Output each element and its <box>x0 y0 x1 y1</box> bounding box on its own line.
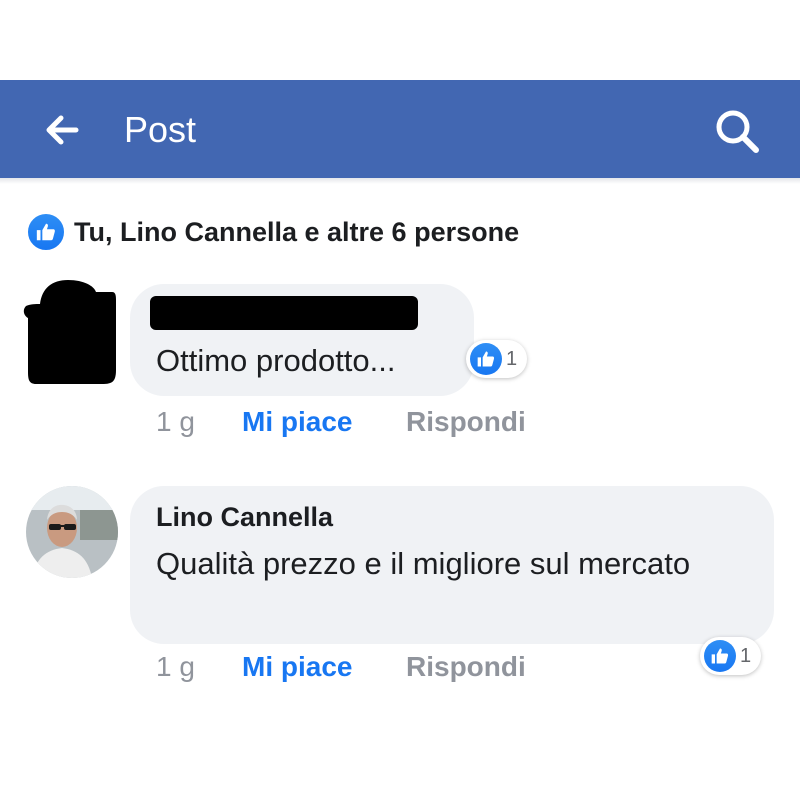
header-divider <box>0 178 800 184</box>
back-button[interactable] <box>36 104 88 156</box>
comment-author[interactable]: Lino Cannella <box>156 502 333 533</box>
reaction-count: 1 <box>506 347 518 370</box>
reaction-count: 1 <box>740 644 752 667</box>
comment-timestamp: 1 g <box>156 651 195 682</box>
search-icon <box>716 110 759 153</box>
comment-text: Qualità prezzo e il migliore sul mercato <box>156 546 691 581</box>
page-title: Post <box>124 109 197 150</box>
avatar[interactable] <box>26 486 118 578</box>
comment-timestamp: 1 g <box>156 406 195 437</box>
comment-reaction-count[interactable]: 1 <box>700 637 762 675</box>
comment-actions: 1 g Mi piace Rispondi <box>156 647 526 687</box>
reply-button[interactable]: Rispondi <box>406 406 526 438</box>
comment-bubble[interactable]: Ottimo prodotto... <box>130 284 474 396</box>
comment-text: Ottimo prodotto... <box>156 343 396 378</box>
reactions-summary-text: Tu, Lino Cannella e altre 6 persone <box>74 216 520 247</box>
search-button[interactable] <box>706 100 768 162</box>
like-button[interactable]: Mi piace <box>242 651 406 683</box>
avatar-redacted[interactable] <box>22 278 118 384</box>
comment-bubble[interactable]: Lino Cannella Qualità prezzo e il miglio… <box>130 486 774 644</box>
app-header: Post <box>0 80 800 178</box>
comment-reaction-count[interactable]: 1 <box>466 340 528 378</box>
arrow-left-icon <box>46 115 79 145</box>
thumbs-up-icon <box>26 212 66 252</box>
reactions-summary[interactable]: Tu, Lino Cannella e altre 6 persone <box>26 212 519 252</box>
like-button[interactable]: Mi piace <box>242 406 406 438</box>
comment-actions: 1 g Mi piace Rispondi <box>156 402 526 442</box>
reply-button[interactable]: Rispondi <box>406 651 526 683</box>
thumbs-up-icon <box>470 343 502 375</box>
redacted-author-name <box>150 296 418 330</box>
thumbs-up-icon <box>704 640 736 672</box>
